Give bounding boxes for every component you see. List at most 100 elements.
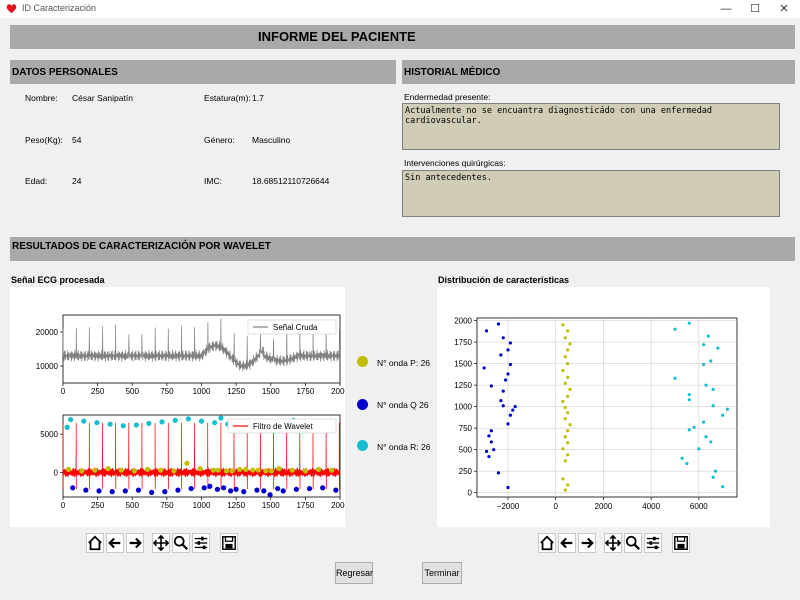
r-wave-point [107, 421, 113, 427]
raw-x-tick-label: 1250 [227, 387, 245, 396]
forward-arrow-button[interactable] [126, 533, 144, 553]
ecg-section-title: Señal ECG procesada [11, 275, 105, 285]
title-bar: ID Caracterización — ☐ ✕ [0, 0, 800, 18]
scatter-point-p [568, 423, 572, 427]
ecg-chart[interactable]: 0250500750100012501500175020000250500750… [10, 287, 349, 527]
imc-label: IMC: [204, 176, 222, 186]
forward-arrow-button[interactable] [578, 533, 596, 553]
scatter-point-q [508, 413, 512, 417]
p-wave-point [158, 467, 164, 473]
raw-legend-label: Señal Cruda [273, 323, 318, 332]
q-wave-point [275, 485, 281, 492]
scatter-point-p [561, 477, 565, 481]
scatter-point-p [563, 459, 567, 463]
scatter-point-p [563, 417, 567, 421]
q-wave-point [280, 488, 286, 494]
save-button[interactable] [672, 533, 690, 553]
zoom-button[interactable] [172, 533, 190, 553]
scatter-point-p [563, 355, 567, 359]
scatter-point-q [499, 353, 503, 357]
medical-history-header: HISTORIAL MÉDICO [402, 60, 795, 84]
r-wave-point [133, 422, 140, 428]
scatter-y-tick-label: 0 [468, 489, 473, 498]
r-wave-point [120, 423, 126, 429]
zoom-icon [625, 535, 641, 551]
peso-label: Peso(Kg): [25, 135, 63, 145]
q-wave-point [333, 487, 339, 493]
scatter-point-p [566, 348, 570, 352]
scatter-point-p [561, 447, 565, 451]
maximize-button[interactable]: ☐ [741, 0, 769, 18]
scatter-point-r [680, 456, 684, 460]
q-wave-point [96, 488, 102, 494]
zoom-button[interactable] [624, 533, 642, 553]
pan-button[interactable] [604, 533, 622, 553]
scatter-point-p [566, 394, 570, 398]
configure-icon [194, 536, 208, 550]
home-button[interactable] [86, 533, 104, 553]
r-wave-point [159, 419, 165, 425]
scatter-point-r [721, 485, 725, 489]
q-wave-point [221, 485, 227, 491]
scatter-point-q [511, 408, 515, 412]
minimize-button[interactable]: — [712, 0, 740, 18]
scatter-point-q [506, 485, 510, 490]
scatter-point-r [709, 440, 713, 444]
back-arrow-button[interactable] [106, 533, 124, 553]
scatter-point-q [499, 399, 503, 403]
enfermedad-textbox[interactable]: Actualmente no se encuantra diagnosticád… [402, 103, 780, 150]
pan-icon [604, 534, 622, 552]
configure-button[interactable] [644, 533, 662, 553]
scatter-point-q [487, 434, 491, 438]
legend-r-label: N° onda R: 26 [377, 442, 431, 452]
save-button[interactable] [220, 533, 238, 553]
q-wave-point [162, 489, 168, 495]
raw-x-tick-label: 1500 [262, 387, 280, 396]
raw-x-tick-label: 750 [160, 387, 174, 396]
intervenciones-textbox[interactable]: Sin antecedentes. [402, 170, 780, 217]
scatter-x-tick-label: 6000 [690, 502, 708, 511]
distribution-chart[interactable]: −2000 0 2000 4000 6000 0 250 500 750 1000 1250 1500… [437, 287, 770, 527]
scatter-point-r [702, 362, 706, 367]
scatter-y-tick-label: 500 [459, 446, 473, 455]
ecg-figure[interactable]: 0250500750100012501500175020000250500750… [10, 287, 349, 527]
raw-x-tick-label: 500 [126, 387, 140, 396]
wave-count-legend: N° onda P: 26 N° onda Q 26 N° onda R: 26 [355, 355, 435, 455]
p-wave-point [144, 466, 151, 473]
regresar-button[interactable]: Regresar [335, 562, 373, 584]
configure-button[interactable] [192, 533, 210, 553]
p-wave-point [223, 468, 230, 474]
scatter-point-r [673, 327, 677, 331]
q-wave-point [261, 488, 267, 494]
back-arrow-button[interactable] [558, 533, 576, 553]
home-button[interactable] [538, 533, 556, 553]
scatter-point-r [687, 321, 691, 325]
pan-button[interactable] [152, 533, 170, 553]
p-wave-point [243, 466, 249, 473]
p-wave-point [250, 467, 256, 473]
scatter-y-tick-label: 1750 [454, 338, 472, 347]
q-wave-point [188, 485, 194, 492]
personal-data-header: DATOS PERSONALES [10, 60, 396, 84]
genero-label: Género: [204, 135, 235, 145]
scatter-point-p [566, 453, 570, 457]
p-wave-point [65, 466, 72, 473]
terminar-button[interactable]: Terminar [422, 562, 462, 584]
p-wave-point [210, 467, 216, 473]
scatter-point-q [482, 366, 486, 370]
distribution-figure[interactable]: −2000 0 2000 4000 6000 0 250 500 750 1000 1250 1500… [437, 287, 770, 527]
filtered-x-tick-label: 1000 [193, 501, 211, 510]
q-wave-point [241, 489, 247, 495]
close-button[interactable]: ✕ [770, 0, 798, 18]
p-wave-point [184, 460, 190, 466]
enfermedad-label: Endermedad presente: [404, 92, 491, 102]
scatter-point-p [561, 368, 565, 373]
scatter-y-tick-label: 2000 [454, 317, 472, 326]
raw-x-tick-label: 0 [61, 387, 66, 396]
scatter-point-r [692, 425, 696, 429]
scatter-point-r [687, 398, 691, 402]
scatter-y-tick-label: 1500 [454, 360, 472, 369]
scatter-point-q [506, 348, 510, 352]
q-wave-point [175, 487, 181, 493]
r-wave-point [185, 416, 191, 422]
